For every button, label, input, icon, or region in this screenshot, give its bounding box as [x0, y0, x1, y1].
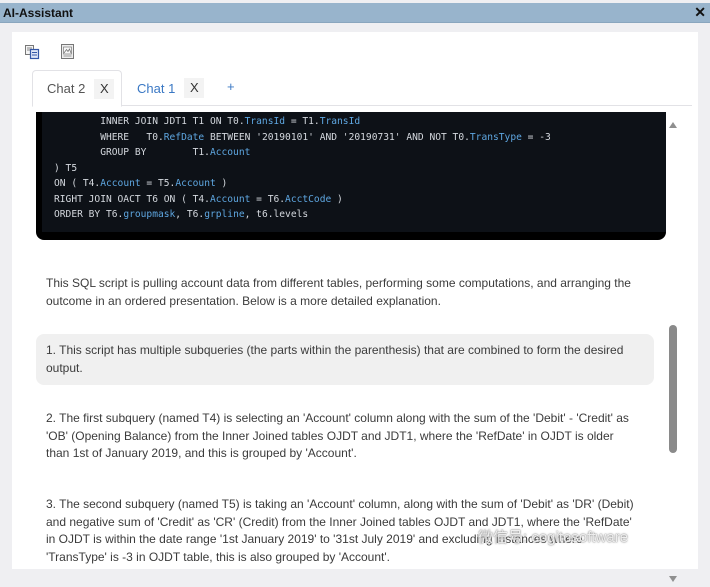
code-identifier: TransId — [244, 116, 286, 127]
tab-chat-2[interactable]: Chat 2 X — [32, 70, 122, 107]
chat-message-area: INNER JOIN JDT1 T1 ON T0.TransId = T1.Tr… — [32, 112, 668, 569]
code-text: ) T5 — [54, 162, 78, 174]
scrollbar-thumb[interactable] — [669, 325, 677, 453]
code-identifier: TransId — [319, 116, 361, 127]
vertical-scrollbar[interactable] — [667, 117, 679, 587]
assistant-panel: Chat 2 X Chat 1 X + INNER JOIN JDT1 T1 O… — [12, 32, 698, 582]
code-identifier: grpline — [204, 209, 245, 220]
code-line: ) T5 — [42, 161, 666, 177]
code-identifier: Account — [209, 147, 251, 158]
code-identifier: groupmask — [123, 209, 176, 220]
response-intro: This SQL script is pulling account data … — [46, 276, 631, 308]
export-document-icon[interactable] — [60, 43, 76, 59]
code-text: , T6. — [175, 209, 205, 220]
scroll-up-arrow-icon[interactable] — [669, 122, 677, 128]
code-text: ON ( T4. — [54, 178, 101, 189]
code-text: BETWEEN '20190101' AND '20190731' AND NO… — [204, 131, 470, 143]
code-identifier: Account — [175, 178, 216, 189]
add-tab-button[interactable]: + — [227, 79, 235, 94]
code-text: = T1. — [285, 116, 320, 127]
code-identifier: Account — [100, 178, 141, 189]
code-text: = T5. — [140, 178, 176, 189]
tab-label: Chat 2 — [47, 81, 86, 96]
code-block: INNER JOIN JDT1 T1 ON T0.TransId = T1.Tr… — [36, 112, 666, 240]
code-identifier: TransType — [469, 131, 522, 143]
code-line: INNER JOIN JDT1 T1 ON T0.TransId = T1.Tr… — [42, 114, 666, 130]
watermark: 微信号: cogitosoftware — [478, 529, 629, 546]
code-text: ) — [331, 193, 343, 205]
code-text: ORDER BY T6. — [54, 209, 124, 220]
code-text: , t6.levels — [244, 209, 309, 220]
code-content: INNER JOIN JDT1 T1 ON T0.TransId = T1.Tr… — [42, 112, 666, 232]
chat-tabs: Chat 2 X Chat 1 X + — [32, 70, 692, 107]
code-text: ) — [215, 178, 228, 189]
code-text: RIGHT JOIN OACT T6 ON ( T4. — [54, 193, 210, 205]
tab-chat-1[interactable]: Chat 1 X — [123, 70, 213, 106]
code-text: WHERE T0. — [54, 131, 164, 143]
close-window-button[interactable]: ✕ — [694, 4, 706, 21]
code-identifier: Account — [209, 193, 251, 205]
code-line: RIGHT JOIN OACT T6 ON ( T4.Account = T6.… — [42, 192, 666, 208]
code-text: = -3 — [521, 131, 551, 143]
response-point-2: 2. The first subquery (named T4) is sele… — [46, 411, 629, 460]
code-text: GROUP BY T1. — [54, 147, 210, 158]
window-titlebar: AI-Assistant ✕ — [0, 3, 710, 23]
scroll-down-arrow-icon[interactable] — [669, 576, 677, 582]
code-line: ORDER BY T6.groupmask, T6.grpline, t6.le… — [42, 207, 666, 223]
window-title: AI-Assistant — [3, 6, 74, 20]
code-line: WHERE T0.RefDate BETWEEN '20190101' AND … — [42, 130, 666, 146]
code-line: GROUP BY T1.Account — [42, 145, 666, 161]
copy-icon[interactable] — [24, 44, 40, 60]
response-point-1: 1. This script has multiple subqueries (… — [36, 334, 654, 385]
tab-label: Chat 1 — [137, 80, 176, 96]
code-text: = T6. — [250, 193, 286, 205]
response-point-1-text: 1. This script has multiple subqueries (… — [46, 343, 624, 375]
close-tab-button[interactable]: X — [94, 78, 115, 99]
code-text: INNER JOIN JDT1 T1 ON T0. — [54, 116, 245, 127]
close-tab-button[interactable]: X — [184, 78, 205, 98]
code-line: ON ( T4.Account = T5.Account ) — [42, 176, 666, 192]
code-identifier: AcctCode — [285, 193, 332, 205]
code-identifier: RefDate — [163, 131, 205, 143]
